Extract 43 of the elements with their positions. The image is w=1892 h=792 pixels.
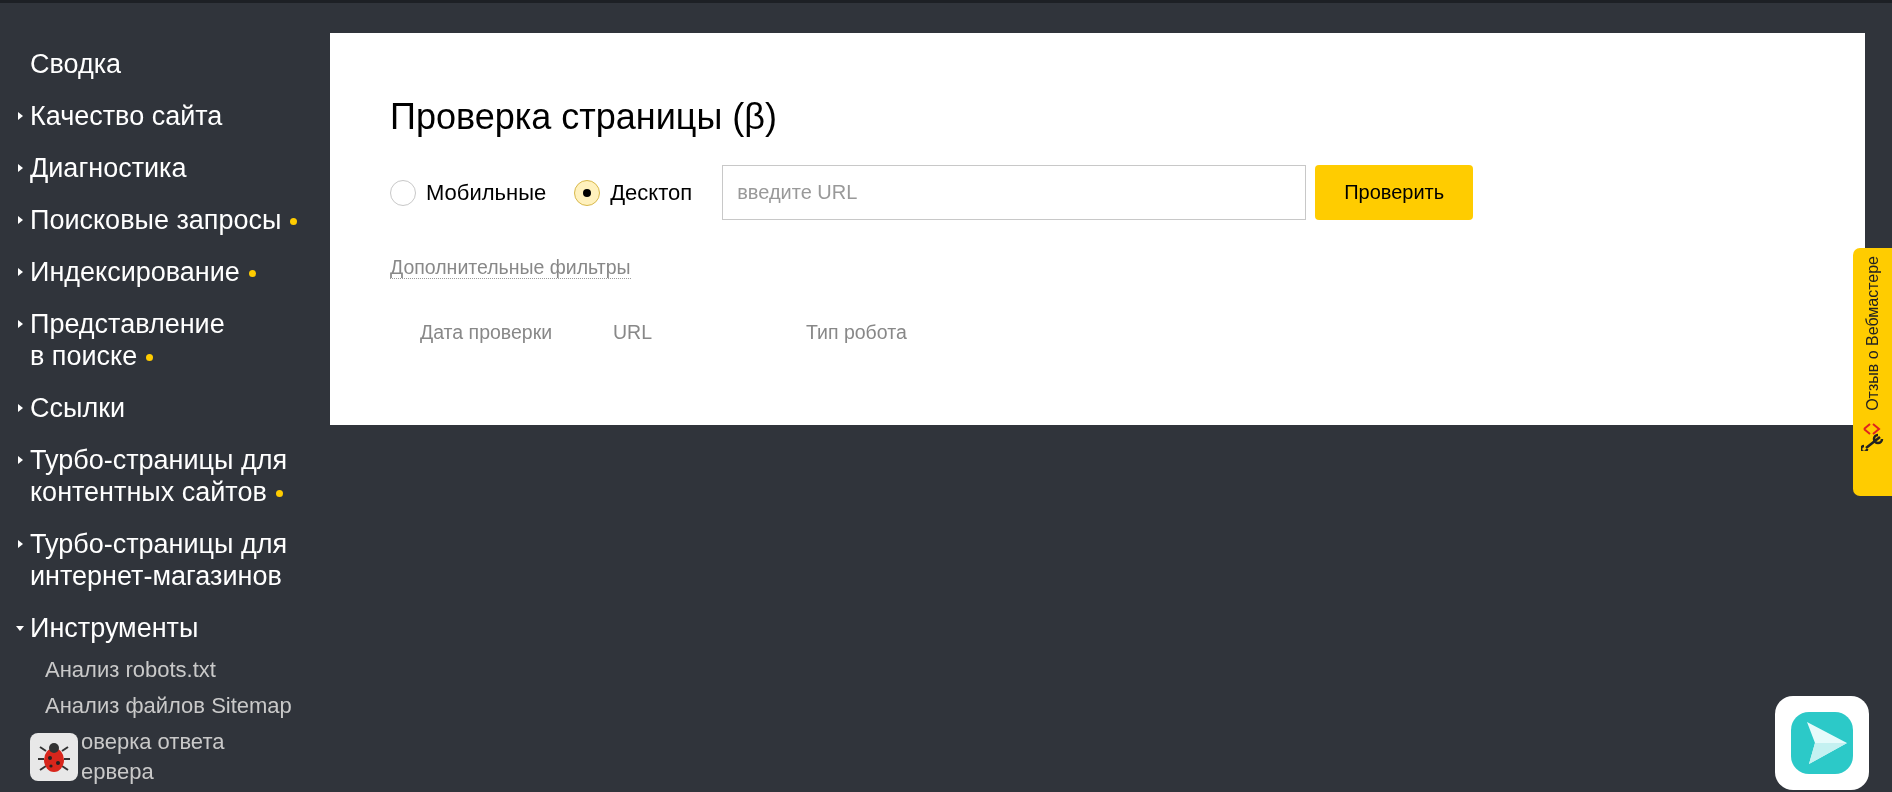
sidebar-item[interactable]: Качество сайта xyxy=(30,100,223,132)
caret-right-icon xyxy=(16,268,24,276)
caret-right-icon xyxy=(16,164,24,172)
sidebar-item[interactable]: Индексирование xyxy=(30,256,256,288)
notification-dot xyxy=(275,490,283,498)
notification-dot xyxy=(248,270,256,278)
radio-circle[interactable] xyxy=(574,179,601,206)
caret-right-icon xyxy=(16,112,24,120)
sidebar-item[interactable]: Сводка xyxy=(30,48,122,80)
column-header: URL xyxy=(613,321,653,344)
sidebar-item[interactable]: Турбо-страницы для интернет-магазинов xyxy=(30,528,288,592)
url-field[interactable]: введите URL xyxy=(722,165,1307,220)
feedback-tab[interactable]: Отзыв о Вебмастере xyxy=(1853,248,1892,496)
caret-right-icon xyxy=(16,404,24,412)
sidebar-subitem[interactable]: Анализ файлов Sitemap xyxy=(45,691,292,721)
mode-radio[interactable]: Десктоп xyxy=(574,179,693,206)
caret-right-icon xyxy=(16,216,24,224)
sidebar-item[interactable]: Турбо-страницы для контентных сайтов xyxy=(30,444,288,508)
column-header: Дата проверки xyxy=(420,321,554,344)
notification-dot xyxy=(290,218,298,226)
sidebar-item[interactable]: Диагностика xyxy=(30,152,187,184)
filters-link[interactable]: Дополнительные фильтры xyxy=(390,256,631,279)
sidebar-item[interactable]: Представление в поиске xyxy=(30,308,225,372)
bug-icon[interactable] xyxy=(30,733,78,781)
caret-down-icon xyxy=(16,624,24,632)
column-header: Тип робота xyxy=(806,321,908,344)
page-title: Проверка страницы (β) xyxy=(390,95,778,139)
sidebar-subitem[interactable]: оверка ответа ервера xyxy=(81,727,225,787)
check-button[interactable]: Проверить xyxy=(1315,165,1474,220)
wrench-icon xyxy=(1860,420,1885,451)
caret-right-icon xyxy=(16,320,24,328)
sidebar-item[interactable]: Ссылки xyxy=(30,392,126,424)
paper-plane-icon[interactable] xyxy=(1775,696,1869,790)
radio-circle[interactable] xyxy=(390,179,416,206)
mode-radio[interactable]: Мобильные xyxy=(390,179,547,206)
caret-right-icon xyxy=(16,540,24,548)
sidebar-subitem[interactable]: Анализ robots.txt xyxy=(45,655,216,685)
caret-right-icon xyxy=(16,456,24,464)
notification-dot xyxy=(146,354,154,362)
radio-label: Десктоп xyxy=(610,179,693,206)
sidebar-item[interactable]: Инструменты xyxy=(30,612,199,644)
sidebar-item[interactable]: Поисковые запросы xyxy=(30,204,298,236)
radio-label: Мобильные xyxy=(426,179,547,206)
